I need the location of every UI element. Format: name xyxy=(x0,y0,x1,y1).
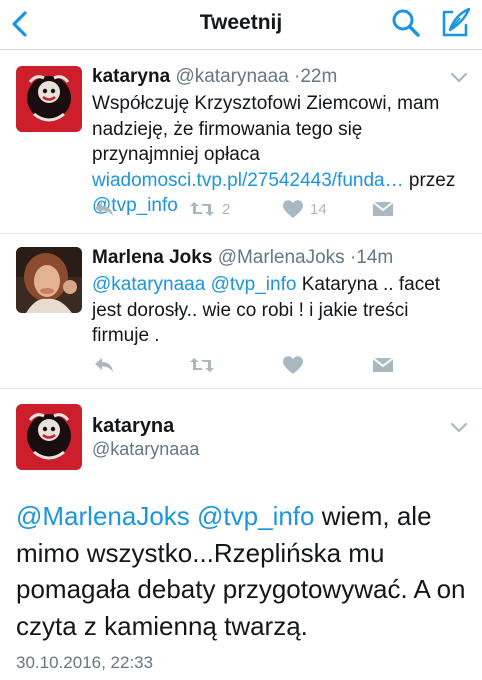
tweet-time: 22m xyxy=(300,66,338,87)
tweet-menu-button[interactable] xyxy=(450,71,468,83)
author-handle[interactable]: @katarynaaa xyxy=(92,439,199,460)
like-button[interactable]: 14 xyxy=(282,197,327,221)
tweet-link-url[interactable]: wiadomosci.tvp.pl/27542443/funda… xyxy=(92,170,404,191)
reply-button[interactable] xyxy=(92,353,116,377)
tweet-mention[interactable]: @katarynaaa xyxy=(92,274,205,295)
chevron-down-icon xyxy=(450,422,468,433)
author-handle[interactable]: @MarlenaJoks xyxy=(218,247,345,268)
focused-tweet-text: @MarlenaJoks @tvp_info wiem, ale mimo ws… xyxy=(16,498,476,644)
direct-message-button[interactable] xyxy=(372,197,394,221)
retweet-icon xyxy=(190,202,214,216)
tweet-item[interactable]: kataryna @katarynaaa ·22m Współczuję Krz… xyxy=(0,51,482,233)
tweet-text: @katarynaaa @tvp_info Kataryna .. facet … xyxy=(92,272,464,349)
tweet-actions xyxy=(92,353,472,377)
top-bar: Tweetnij xyxy=(0,0,482,50)
like-count: 14 xyxy=(310,200,327,218)
tweet-mention[interactable]: @MarlenaJoks xyxy=(16,501,190,531)
envelope-icon xyxy=(372,201,394,216)
tweet-text-part: przez xyxy=(403,169,456,191)
avatar[interactable] xyxy=(16,66,82,132)
reply-icon xyxy=(95,202,113,216)
author-name[interactable]: Marlena Joks xyxy=(92,247,212,268)
author-handle[interactable]: @katarynaaa xyxy=(175,66,288,87)
reply-button[interactable] xyxy=(92,197,116,221)
search-button[interactable] xyxy=(390,7,422,39)
tweet-header: Marlena Joks @MarlenaJoks ·14m xyxy=(92,247,393,269)
retweet-count: 2 xyxy=(222,200,231,218)
retweet-button[interactable] xyxy=(188,353,216,377)
retweet-button[interactable]: 2 xyxy=(188,197,230,221)
tweet-mention[interactable]: @tvp_info xyxy=(197,501,314,531)
heart-icon xyxy=(283,200,303,218)
tweet-menu-button[interactable] xyxy=(450,421,468,433)
envelope-icon xyxy=(372,357,394,372)
retweet-icon xyxy=(190,358,214,372)
divider xyxy=(0,388,482,389)
reply-icon xyxy=(95,358,113,372)
search-icon xyxy=(392,9,420,37)
marlena-avatar-image xyxy=(16,247,82,313)
tweet-mention[interactable]: @tvp_info xyxy=(211,274,297,295)
avatar[interactable] xyxy=(16,247,82,313)
direct-message-button[interactable] xyxy=(372,353,394,377)
author-name[interactable]: kataryna xyxy=(92,66,170,87)
avatar[interactable] xyxy=(16,404,82,470)
tweet-text-part xyxy=(190,501,197,531)
tweet-header: kataryna @katarynaaa ·22m xyxy=(92,66,337,88)
like-button[interactable] xyxy=(282,353,304,377)
compose-button[interactable] xyxy=(438,6,472,40)
heart-icon xyxy=(283,356,303,374)
tweet-item[interactable]: Marlena Joks @MarlenaJoks ·14m @kataryna… xyxy=(0,234,482,388)
kataryna-avatar-image xyxy=(16,66,82,132)
tweet-time: 14m xyxy=(356,247,394,268)
tweet-text-part: Współczuję Krzysztofowi Ziemcowi, mam na… xyxy=(92,93,440,165)
author-name[interactable]: kataryna xyxy=(92,415,174,438)
chevron-down-icon xyxy=(450,72,468,83)
kataryna-avatar-image xyxy=(16,404,82,470)
tweet-date: 30.10.2016, 22:33 xyxy=(16,653,154,672)
compose-icon xyxy=(442,7,471,37)
tweet-actions: 2 14 xyxy=(92,197,472,221)
